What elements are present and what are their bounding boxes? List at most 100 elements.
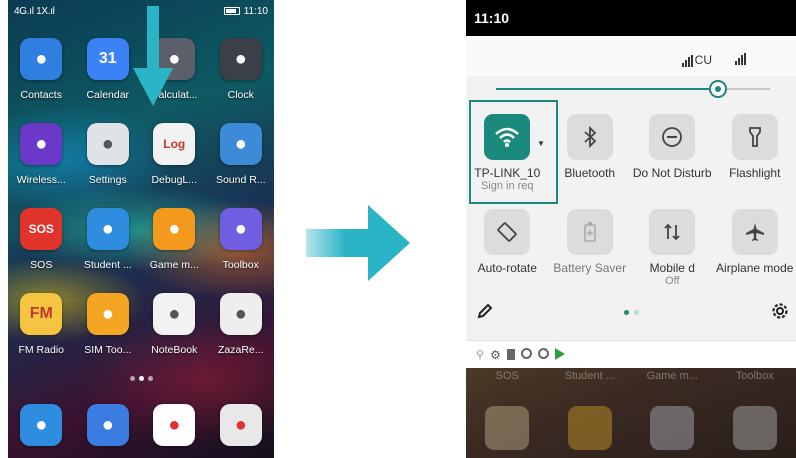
- app-label: Student ...: [83, 259, 132, 271]
- do-not-disturb-icon: [649, 114, 696, 160]
- dock-message[interactable]: ●: [75, 404, 142, 452]
- mobile-data-icon: [649, 209, 696, 255]
- sound-recorder-icon: ●: [219, 123, 262, 165]
- ghost-app-label: Toolbox: [735, 370, 774, 382]
- gear-status-icon: ⚙: [490, 348, 501, 362]
- tile-wifi[interactable]: TP-LINK_10 Sign in req ▼: [466, 100, 558, 204]
- dropdown-caret-icon[interactable]: ▼: [537, 139, 545, 148]
- app-label: Toolbox: [222, 259, 259, 271]
- app-label: NoteBook: [151, 344, 198, 356]
- play-store-icon: [554, 348, 565, 360]
- app-sos[interactable]: SOS SOS: [8, 208, 75, 293]
- app-zaza[interactable]: ● ZazaRe...: [208, 293, 275, 378]
- edit-pencil-icon[interactable]: [476, 302, 494, 320]
- page-dot-active: [624, 310, 629, 315]
- chrome-icon: ●: [153, 404, 196, 446]
- app-log[interactable]: Log DebugL...: [141, 123, 208, 208]
- contacts-icon: ●: [20, 38, 63, 80]
- status-bar: 11:10: [466, 0, 796, 36]
- app-shield[interactable]: ● Wireless...: [8, 123, 75, 208]
- app-toolbox[interactable]: ● Toolbox: [208, 208, 275, 293]
- ghost-app-label: Student ...: [564, 370, 615, 382]
- tile-airplane[interactable]: Airplane mode: [714, 199, 796, 294]
- tile-label: Bluetooth: [564, 166, 616, 180]
- app-row: ● Wireless... ● Settings Log DebugL... ● Sound …: [8, 123, 274, 208]
- tile-label: Mobile d: [649, 261, 695, 275]
- dock-chrome[interactable]: ●: [141, 404, 208, 452]
- tile-battery-saver[interactable]: Battery Saver: [549, 199, 632, 294]
- tile-row: Auto-rotate Battery Saver Mobile d Off Airpl…: [466, 199, 796, 294]
- transition-arrow-icon: [306, 205, 410, 281]
- log-icon: Log: [153, 123, 196, 165]
- tile-label: Flashlight: [729, 166, 781, 180]
- page-dot: [634, 310, 639, 315]
- tile-label: Battery Saver: [553, 261, 627, 275]
- sync-icon-2: [537, 348, 549, 359]
- app-clock[interactable]: ● Clock: [208, 38, 275, 123]
- page-indicator: [8, 376, 274, 381]
- app-label: FM Radio: [18, 344, 64, 356]
- app-row: FM FM Radio ● SIM Too... ● NoteBook ● ZazaRe...: [8, 293, 274, 378]
- app-student[interactable]: ● Student ...: [75, 208, 142, 293]
- carrier-signal: CU: [681, 53, 712, 67]
- app-notebook[interactable]: ● NoteBook: [141, 293, 208, 378]
- clipboard-icon: [506, 349, 515, 360]
- message-icon: ●: [86, 404, 129, 446]
- tile-flashlight[interactable]: Flashlight: [714, 104, 796, 199]
- airplane-icon: [731, 209, 778, 255]
- tile-label: Do Not Disturb: [632, 166, 712, 180]
- app-label: Game m...: [149, 259, 199, 271]
- app-row: SOS SOS ● Student ... ● Game m... ● Toolbox: [8, 208, 274, 293]
- dock: ● ● ● ●: [8, 404, 274, 452]
- app-label: Contacts: [20, 89, 62, 101]
- page-dot: [129, 376, 135, 381]
- toolbox-icon: ●: [219, 208, 262, 250]
- app-sim[interactable]: ● SIM Too...: [75, 293, 142, 378]
- battery-saver-icon: [566, 209, 613, 255]
- app-label: Sound R...: [215, 174, 266, 186]
- notification-icons-bar: ⚲ ⚙: [466, 340, 796, 368]
- ghost-app-label: SOS: [495, 370, 519, 382]
- tile-label: Auto-rotate: [477, 261, 537, 275]
- settings-gear-icon[interactable]: [770, 301, 790, 321]
- app-radio[interactable]: FM FM Radio: [8, 293, 75, 378]
- wifi-status-icon: ⚲: [476, 349, 485, 361]
- tile-label: Airplane mode: [716, 261, 794, 275]
- status-time: 11:10: [243, 5, 268, 17]
- qs-page-indicator: [624, 310, 639, 315]
- app-sound-recorder[interactable]: ● Sound R...: [208, 123, 275, 208]
- sync-icon: [520, 348, 532, 359]
- tile-bluetooth[interactable]: Bluetooth: [549, 104, 632, 199]
- app-calendar[interactable]: 31 Calendar: [75, 38, 142, 123]
- quick-settings-panel: 11:10 CU TP-LINK_10 Sign in req ▼ Bluetooth…: [466, 0, 796, 458]
- home-screen: 4G.ıl 1X.ıl 11:10 ● Contacts 31 Calendar ● Ca…: [8, 0, 274, 458]
- radio-icon: FM: [20, 293, 63, 335]
- tile-dnd[interactable]: Do Not Disturb: [631, 104, 714, 199]
- tile-mobile-data[interactable]: Mobile d Off: [631, 199, 714, 294]
- app-gear[interactable]: ● Settings: [75, 123, 142, 208]
- tile-autorotate[interactable]: Auto-rotate: [466, 199, 549, 294]
- app-contacts[interactable]: ● Contacts: [8, 38, 75, 123]
- app-label: ZazaRe...: [217, 344, 264, 356]
- carrier-name: CU: [694, 53, 712, 67]
- auto-rotate-icon: [484, 209, 531, 255]
- dock-phone[interactable]: ●: [8, 404, 75, 452]
- app-gamepad[interactable]: ● Game m...: [141, 208, 208, 293]
- sim-icon: ●: [86, 293, 129, 335]
- ghost-app-label: Game m...: [646, 370, 698, 382]
- signal-bars-icon: [735, 53, 746, 65]
- signal-row: CU: [466, 36, 796, 76]
- zaza-icon: ●: [219, 293, 262, 335]
- brightness-knob-icon[interactable]: [709, 80, 727, 98]
- status-time: 11:10: [474, 10, 510, 26]
- app-label: SOS: [30, 259, 53, 271]
- calendar-icon: 31: [86, 38, 129, 80]
- dock-camera[interactable]: ●: [208, 404, 275, 452]
- app-label: Wireless...: [16, 174, 66, 186]
- brightness-slider[interactable]: [496, 80, 770, 98]
- page-dot: [147, 376, 153, 381]
- quick-settings-tiles: TP-LINK_10 Sign in req ▼ Bluetooth Do Not Di…: [466, 100, 796, 294]
- tile-row: TP-LINK_10 Sign in req ▼ Bluetooth Do Not Di…: [466, 100, 796, 204]
- app-label: DebugL...: [151, 174, 198, 186]
- notebook-icon: ●: [153, 293, 196, 335]
